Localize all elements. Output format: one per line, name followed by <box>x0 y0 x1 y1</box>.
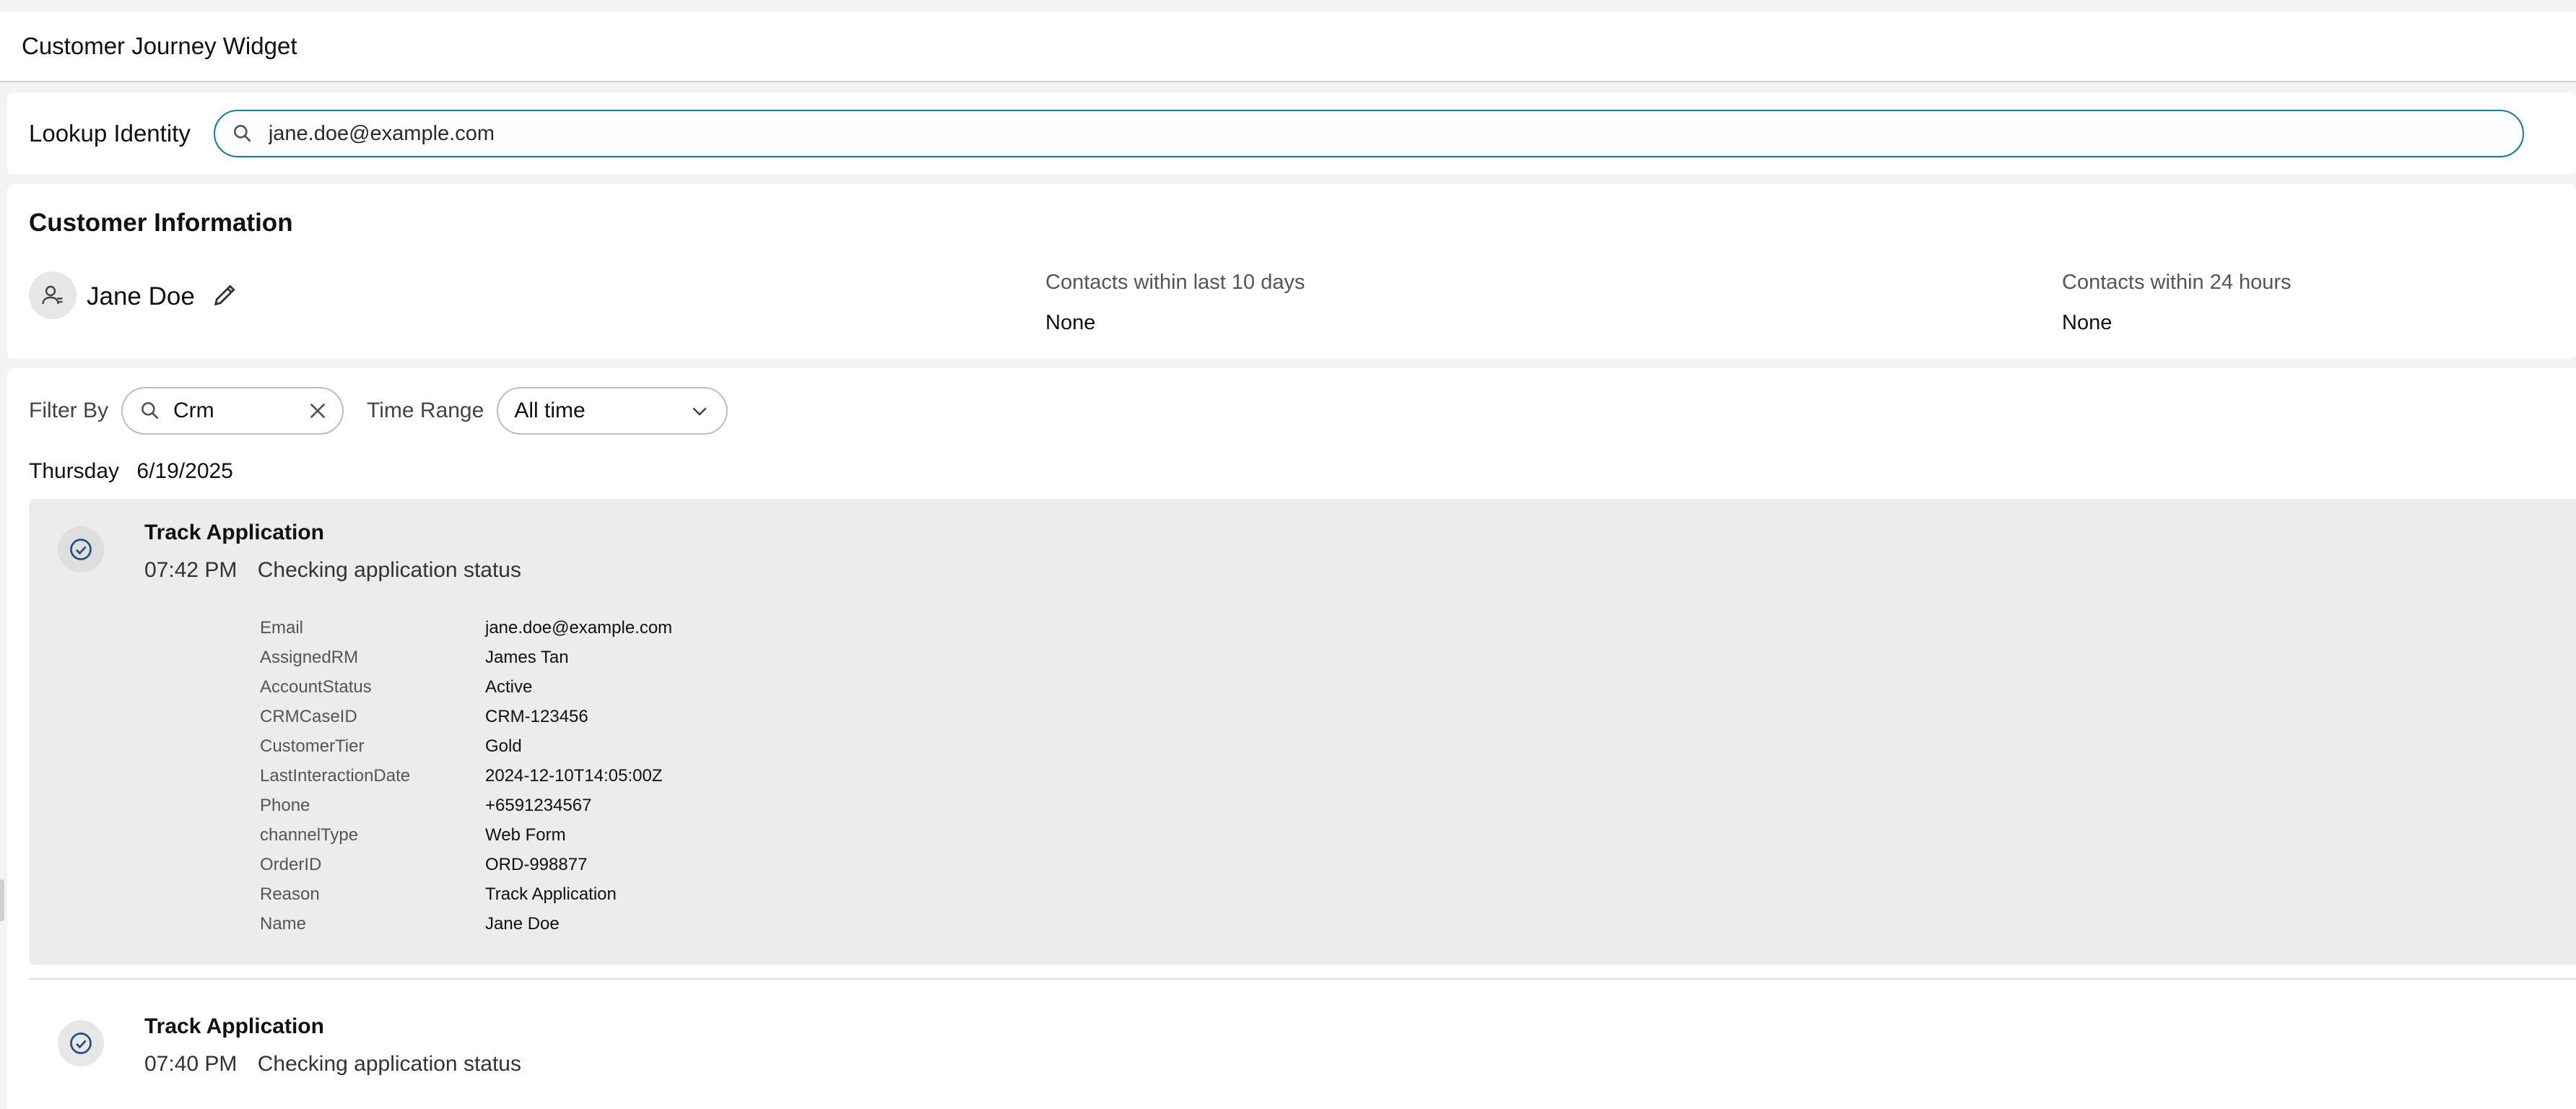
journey-entry-description: Checking application status <box>257 1052 521 1076</box>
detail-row-account-status: AccountStatus Active <box>260 672 672 702</box>
detail-value: Track Application <box>485 884 617 904</box>
detail-value: ORD-998877 <box>485 854 588 874</box>
detail-key: Phone <box>260 795 310 815</box>
detail-row-name: Name Jane Doe <box>260 909 672 939</box>
journey-entry-time: 07:42 PM <box>144 558 238 582</box>
stat-value-24-hours: None <box>2062 311 2112 334</box>
detail-value: James Tan <box>485 647 569 667</box>
journey-panel: Filter By Crm Time Range All time Thursd… <box>7 368 2576 1109</box>
filter-value: Crm <box>173 399 214 422</box>
detail-key: Name <box>260 913 307 934</box>
status-badge <box>58 1020 104 1066</box>
journey-entry-expanded[interactable]: Track Application 07:42 PM Checking appl… <box>29 499 2576 965</box>
detail-value: +6591234567 <box>485 795 592 815</box>
journey-date-day: Thursday <box>29 459 120 483</box>
page-title: Customer Journey Widget <box>22 32 297 59</box>
detail-key: Reason <box>260 884 320 904</box>
stat-label-24-hours: Contacts within 24 hours <box>2062 271 2292 294</box>
time-range-label: Time Range <box>367 399 484 422</box>
chevron-down-icon <box>692 407 707 416</box>
detail-key: CustomerTier <box>260 736 365 756</box>
lookup-panel: Lookup Identity <box>7 92 2576 175</box>
customer-information-title: Customer Information <box>29 209 293 237</box>
filter-bar: Filter By Crm Time Range All time <box>29 386 728 436</box>
journey-date-value: 6/19/2025 <box>136 459 233 483</box>
detail-key: OrderID <box>260 854 322 874</box>
lookup-label: Lookup Identity <box>29 120 191 147</box>
close-icon[interactable] <box>306 399 329 422</box>
check-circle-icon <box>70 1032 92 1054</box>
lookup-search-input[interactable] <box>266 121 2445 147</box>
search-icon <box>233 125 251 142</box>
journey-entry-details: Email jane.doe@example.com AssignedRM Ja… <box>260 613 672 939</box>
detail-row-order-id: OrderID ORD-998877 <box>260 850 672 879</box>
detail-row-last-interaction-date: LastInteractionDate 2024-12-10T14:05:00Z <box>260 761 672 791</box>
status-badge <box>58 526 104 573</box>
filter-search-field[interactable]: Crm <box>121 387 344 435</box>
detail-row-reason: Reason Track Application <box>260 879 672 909</box>
detail-row-customer-tier: CustomerTier Gold <box>260 731 672 761</box>
detail-row-channel-type: channelType Web Form <box>260 820 672 850</box>
detail-value: Active <box>485 677 533 697</box>
detail-value: jane.doe@example.com <box>485 617 673 638</box>
journey-date: Thursday 6/19/2025 <box>29 459 233 484</box>
journey-entry-title: Track Application <box>144 521 324 544</box>
journey-entry-subtitle: 07:42 PM Checking application status <box>144 558 521 583</box>
time-range-value: All time <box>514 399 586 422</box>
customer-name: Jane Doe <box>87 282 195 310</box>
detail-row-phone: Phone +6591234567 <box>260 791 672 820</box>
lookup-search-field[interactable] <box>213 110 2524 157</box>
detail-value: 2024-12-10T14:05:00Z <box>485 765 663 786</box>
journey-entry-subtitle: 07:40 PM Checking application status <box>144 1052 521 1077</box>
resize-handle[interactable] <box>0 879 4 921</box>
detail-key: channelType <box>260 825 359 845</box>
detail-key: CRMCaseID <box>260 706 357 726</box>
pencil-icon[interactable] <box>211 280 240 309</box>
detail-key: LastInteractionDate <box>260 765 411 786</box>
journey-entry-collapsed[interactable]: Track Application 07:40 PM Checking appl… <box>29 978 2576 1109</box>
detail-key: AssignedRM <box>260 647 359 667</box>
user-icon <box>42 285 63 305</box>
detail-row-assigned-rm: AssignedRM James Tan <box>260 643 672 672</box>
customer-information-panel: Customer Information Jane Doe Contacts w… <box>7 184 2576 359</box>
avatar <box>29 271 77 319</box>
stat-value-10-days: None <box>1045 311 1096 334</box>
journey-entry-time: 07:40 PM <box>144 1052 238 1076</box>
detail-key: Email <box>260 617 304 638</box>
app-header: Customer Journey Widget <box>0 12 2576 82</box>
detail-key: AccountStatus <box>260 677 372 697</box>
filter-by-label: Filter By <box>29 399 109 422</box>
detail-row-crm-case-id: CRMCaseID CRM-123456 <box>260 702 672 731</box>
time-range-dropdown[interactable]: All time <box>497 387 728 435</box>
stat-label-10-days: Contacts within last 10 days <box>1045 271 1305 294</box>
detail-value: Web Form <box>485 825 566 845</box>
detail-value: Jane Doe <box>485 913 560 934</box>
journey-entry-title: Track Application <box>144 1014 324 1038</box>
detail-value: CRM-123456 <box>485 706 588 726</box>
journey-entry-description: Checking application status <box>257 558 521 582</box>
search-icon <box>142 402 159 419</box>
check-circle-icon <box>70 539 92 560</box>
detail-value: Gold <box>485 736 522 756</box>
detail-row-email: Email jane.doe@example.com <box>260 613 672 643</box>
